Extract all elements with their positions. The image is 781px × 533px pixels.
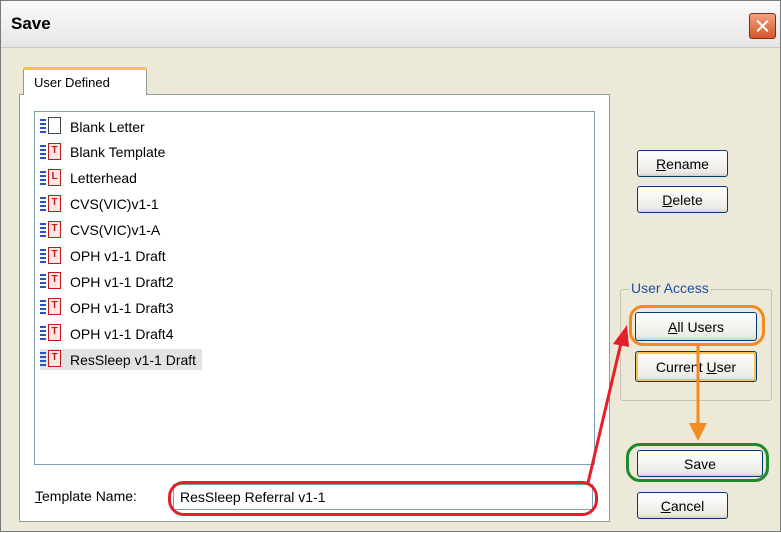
orange-arrow-head [689, 423, 707, 441]
tab-label: User Defined [34, 75, 110, 90]
red-arrow-head [613, 325, 629, 347]
red-arrow-line [586, 342, 623, 484]
save-dialog: Save User Defined Blank Letter T Blank Tem… [0, 0, 781, 532]
tab-user-defined[interactable]: User Defined [23, 67, 147, 95]
